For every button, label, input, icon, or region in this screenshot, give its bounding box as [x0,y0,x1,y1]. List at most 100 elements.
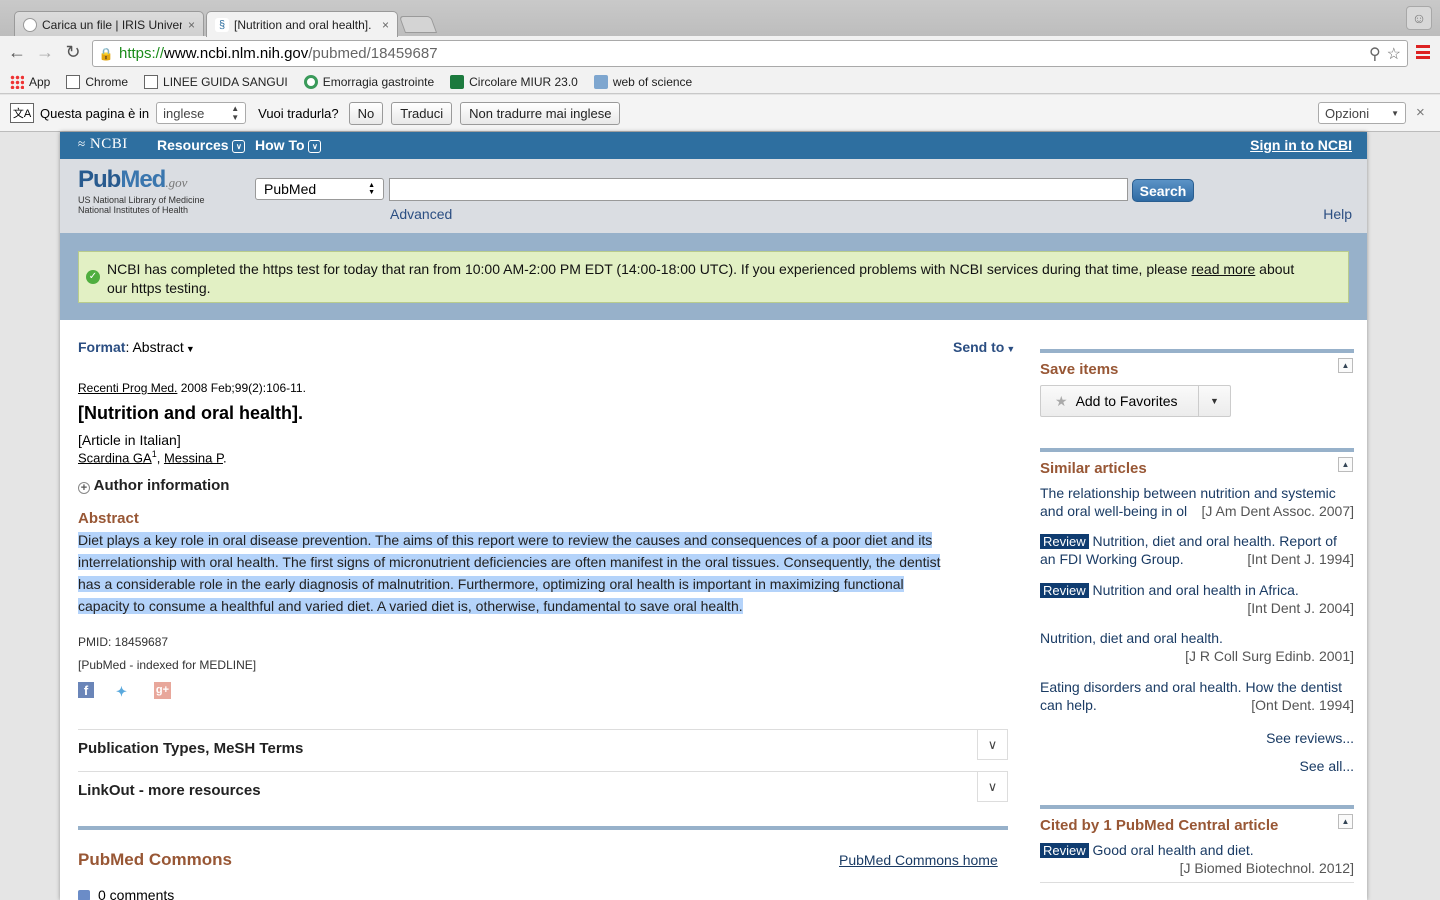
banner-text: our https testing. [107,280,211,296]
language-select[interactable]: inglese ▲ ▼ [156,102,247,124]
bookmark-apps[interactable]: App [10,74,50,89]
add-to-favorites-button[interactable]: ★ Add to Favorites ▼ [1040,385,1231,417]
expand-double-chevron-icon[interactable]: ∨ [977,729,1008,760]
article-title: [Nutrition and oral health]. [78,403,303,423]
similar-article-item[interactable]: Nutrition, diet and oral health. [J R Co… [1040,629,1354,665]
database-value: PubMed [264,181,317,197]
star-icon: ★ [1055,392,1068,409]
author-information-toggle[interactable]: + Author information [78,477,229,494]
forward-arrow-icon[interactable]: → [34,42,56,63]
tab-iris[interactable]: Carica un file | IRIS Univers × [14,11,204,37]
reload-icon[interactable]: ↻ [62,42,84,63]
collapse-icon[interactable]: ▲ [1338,358,1353,373]
format-selector[interactable]: Format: Abstract ▼ [78,339,195,355]
author-link[interactable]: Messina P [164,450,223,465]
bookmark-linee-guida[interactable]: LINEE GUIDA SANGUI [144,74,288,89]
lock-icon: 🔒 [98,46,114,61]
bookmark-circolare[interactable]: Circolare MIUR 23.0 [450,74,578,89]
similar-article-item[interactable]: The relationship between nutrition and s… [1040,484,1354,520]
read-more-link[interactable]: read more [1191,261,1255,277]
chevron-down-icon: ∨ [308,140,322,153]
url-host: www.ncbi.nlm.nih.gov [164,45,309,62]
facebook-icon[interactable]: f [78,682,94,698]
search-button[interactable]: Search [1132,179,1194,202]
expand-double-chevron-icon[interactable]: ∨ [977,771,1008,802]
cited-article-item[interactable]: Review Good oral health and diet. [J Bio… [1040,841,1354,877]
journal-link[interactable]: Recenti Prog Med. [78,381,177,395]
dropdown-arrow-icon: ▼ [185,344,195,354]
address-bar[interactable]: 🔒 https://www.ncbi.nlm.nih.gov/pubmed/18… [92,40,1408,67]
no-button[interactable]: No [348,101,384,125]
similar-article-item[interactable]: Review Nutrition and oral health in Afri… [1040,581,1354,617]
section-divider [1040,349,1354,353]
never-translate-button[interactable]: Non tradurre mai inglese [460,101,621,125]
howto-menu[interactable]: How To ∨ [255,137,322,153]
similar-articles-heading: Similar articles [1040,460,1147,477]
similar-article-item[interactable]: Eating disorders and oral health. How th… [1040,678,1354,714]
bookmark-emorragia[interactable]: Emorragia gastrointe [303,74,434,89]
bookmark-web-of-science[interactable]: web of science [593,74,692,89]
translate-prompt: Questa pagina è in [40,105,150,121]
author-link[interactable]: Scardina GA [78,450,152,465]
help-link[interactable]: Help [1323,206,1352,222]
close-icon[interactable]: × [1416,104,1425,121]
bookmark-label: Circolare MIUR 23.0 [469,74,578,89]
browser-tab-strip: Carica un file | IRIS Univers × § [Nutri… [0,0,1440,37]
star-icon[interactable]: ☆ [1387,44,1401,64]
page-icon [66,74,81,89]
sign-in-link[interactable]: Sign in to NCBI [1250,137,1352,153]
https-test-banner: ✓ NCBI has completed the https test for … [78,251,1349,303]
publication-types-heading[interactable]: Publication Types, MeSH Terms [78,740,303,757]
send-to-menu[interactable]: Send to ▼ [953,339,1015,355]
pubmed-page: ≈ NCBI Resources ∨ How To ∨ Sign in to N… [60,132,1367,900]
abstract-line: Diet plays a key role in oral disease pr… [78,532,933,548]
similar-article-citation: [Int Dent J. 2004] [1247,600,1354,616]
author-info-label: Author information [93,477,230,494]
chevron-down-icon: ▼ [1391,108,1399,118]
back-arrow-icon[interactable]: ← [6,42,28,63]
dropdown-arrow-icon[interactable]: ▼ [1198,386,1230,416]
similar-article-citation: [Ont Dent. 1994] [1251,697,1354,713]
dropdown-arrow-icon: ▼ [1006,344,1016,354]
profile-icon[interactable]: ☺ [1406,6,1432,30]
collapse-icon[interactable]: ▲ [1338,457,1353,472]
linkout-heading[interactable]: LinkOut - more resources [78,782,261,799]
similar-article-citation: [J R Coll Surg Edinb. 2001] [1185,648,1354,664]
see-all-link[interactable]: See all... [1300,758,1354,774]
collapse-icon[interactable]: ▲ [1338,814,1353,829]
pubmed-commons-home-link[interactable]: PubMed Commons home [839,852,998,868]
twitter-icon[interactable]: ✦ [116,684,134,699]
options-select[interactable]: Opzioni ▼ [1318,102,1406,124]
menu-icon[interactable] [1416,45,1430,59]
pubmed-logo[interactable]: PubMed.gov US National Library of Medici… [78,166,205,215]
database-select[interactable]: PubMed ▲ ▼ [255,178,384,200]
section-divider [1040,448,1354,452]
close-tab-icon[interactable]: × [382,18,389,32]
select-arrows-icon: ▲ ▼ [368,182,375,196]
bookmark-chrome[interactable]: Chrome [66,74,128,89]
close-tab-icon[interactable]: × [188,18,195,32]
see-reviews-link[interactable]: See reviews... [1266,730,1354,746]
translate-icon: 文A [10,103,34,123]
resources-menu[interactable]: Resources ∨ [157,137,246,153]
new-tab-button[interactable] [398,16,438,33]
tab-pubmed[interactable]: § [Nutrition and oral health]. × [206,11,398,37]
similar-article-item[interactable]: Review Nutrition, diet and oral health. … [1040,532,1354,568]
search-area: PubMed.gov US National Library of Medici… [60,159,1367,233]
similar-article-citation: [Int Dent J. 1994] [1247,551,1354,567]
advanced-search-link[interactable]: Advanced [390,206,452,222]
chevron-down-icon: ∨ [232,140,246,153]
authors: Scardina GA1, Messina P. [78,449,227,466]
comments-count[interactable]: 0 comments [78,887,174,900]
translate-button[interactable]: Traduci [391,101,453,125]
zoom-icon[interactable]: ⚲ [1369,44,1381,64]
url-scheme: https:// [119,45,165,62]
ncbi-logo[interactable]: ≈ NCBI [78,136,128,153]
search-input[interactable] [389,178,1128,201]
affiliation-sup: 1 [151,449,157,459]
add-favorites-label: Add to Favorites [1075,393,1178,409]
google-plus-icon[interactable]: g+ [154,682,171,699]
cited-article-citation: [J Biomed Biotechnol. 2012] [1179,860,1354,876]
abstract-text: Diet plays a key role in oral disease pr… [78,529,1008,617]
browser-toolbar: ← → ↻ 🔒 https://www.ncbi.nlm.nih.gov/pub… [0,36,1440,70]
